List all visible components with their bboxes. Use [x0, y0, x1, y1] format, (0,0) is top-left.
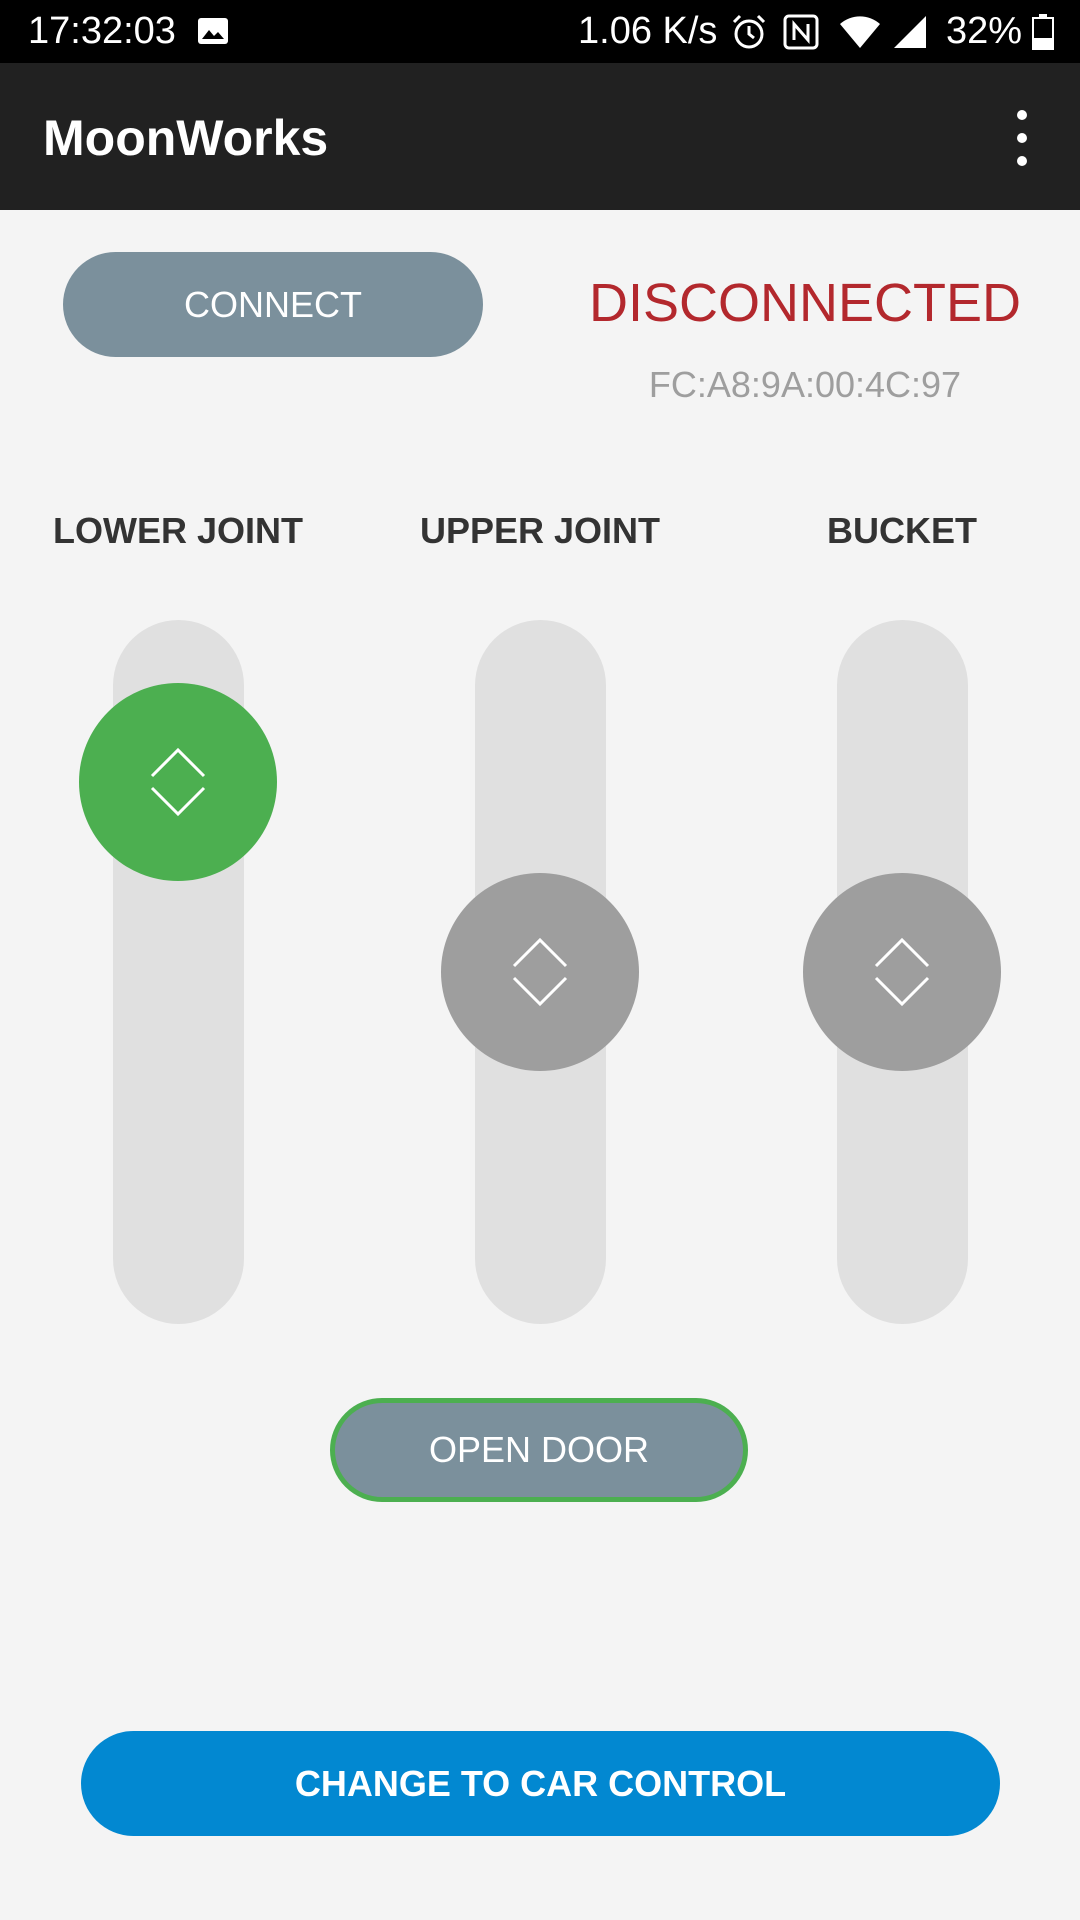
- connect-button[interactable]: CONNECT: [63, 252, 483, 357]
- bucket-slider-knob[interactable]: [803, 873, 1001, 1071]
- open-door-button[interactable]: OPEN DOOR: [330, 1398, 748, 1502]
- up-down-arrows-icon: [512, 937, 568, 1007]
- wifi-icon: [840, 16, 880, 48]
- bucket-label: BUCKET: [827, 510, 977, 551]
- up-down-arrows-icon: [874, 937, 930, 1007]
- lower-joint-slider-knob[interactable]: [79, 683, 277, 881]
- battery-percent: 32%: [946, 10, 1023, 52]
- change-to-car-control-button[interactable]: CHANGE TO CAR CONTROL: [81, 1731, 1000, 1836]
- app-title: MoonWorks: [43, 110, 329, 166]
- status-time: 17:32:03: [28, 10, 176, 52]
- device-address: FC:A8:9A:00:4C:97: [648, 364, 962, 405]
- upper-joint-slider-knob[interactable]: [441, 873, 639, 1071]
- alarm-icon: [732, 14, 766, 49]
- battery-icon: [1032, 14, 1054, 50]
- signal-icon: [894, 16, 926, 48]
- network-speed: 1.06 K/s: [578, 10, 718, 52]
- image-icon: [198, 18, 228, 44]
- screen: 17:32:03 1.06 K/s 32% MoonWorks CONNECT …: [0, 0, 1080, 1920]
- up-down-arrows-icon: [150, 747, 206, 817]
- connection-status: DISCONNECTED: [588, 273, 1022, 333]
- lower-joint-label: LOWER JOINT: [53, 510, 303, 551]
- upper-joint-label: UPPER JOINT: [419, 510, 661, 551]
- nfc-icon: [783, 14, 819, 50]
- status-bar: 17:32:03 1.06 K/s 32%: [0, 0, 1080, 63]
- overflow-menu-icon[interactable]: [1000, 108, 1044, 168]
- app-bar: MoonWorks: [0, 63, 1080, 210]
